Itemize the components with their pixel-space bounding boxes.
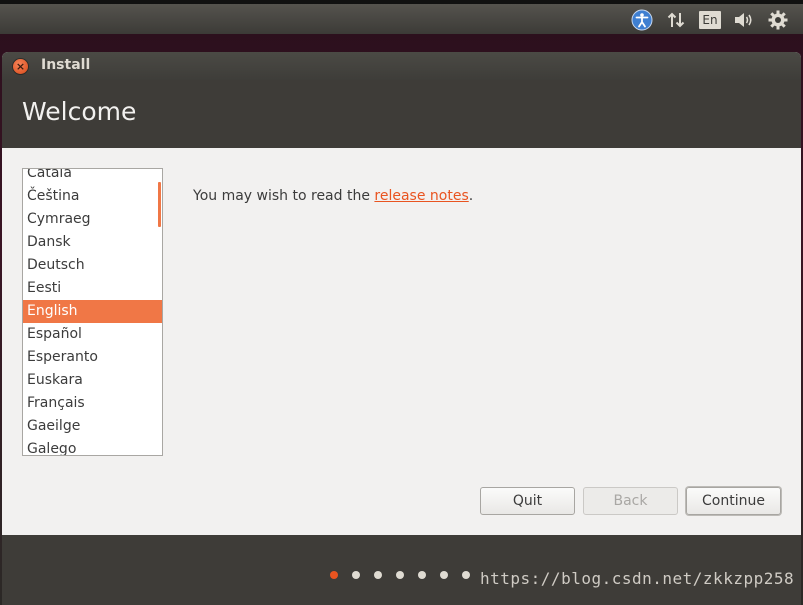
system-tray: En — [625, 6, 795, 34]
intro-prefix: You may wish to read the — [193, 188, 375, 204]
progress-dot — [374, 571, 382, 579]
progress-dot-active — [330, 571, 338, 579]
progress-dots — [330, 571, 484, 579]
progress-dot — [440, 571, 448, 579]
release-notes-text: You may wish to read the release notes. — [193, 188, 473, 204]
language-item[interactable]: Dansk — [23, 231, 162, 254]
quit-button[interactable]: Quit — [480, 487, 575, 515]
language-item[interactable]: Cymraeg — [23, 208, 162, 231]
language-item[interactable]: Galego — [23, 438, 162, 455]
intro-suffix: . — [468, 188, 474, 204]
language-list[interactable]: Català Čeština Cymraeg Dansk Deutsch Eesti Eng… — [22, 168, 163, 456]
gear-icon[interactable] — [761, 6, 795, 34]
language-list-items: Català Čeština Cymraeg Dansk Deutsch Eesti Eng… — [23, 169, 162, 455]
language-item[interactable]: Esperanto — [23, 346, 162, 369]
window-titlebar[interactable]: × Install — [2, 52, 801, 80]
language-item[interactable]: Eesti — [23, 277, 162, 300]
network-updown-icon[interactable] — [659, 6, 693, 34]
progress-footer: https://blog.csdn.net/zkkzpp258 — [2, 535, 801, 605]
page-title: Welcome — [22, 97, 137, 126]
language-item[interactable]: Català — [23, 169, 162, 185]
language-item[interactable]: Deutsch — [23, 254, 162, 277]
language-item[interactable]: Gaeilge — [23, 415, 162, 438]
list-scrollbar[interactable] — [158, 182, 161, 227]
window-title: Install — [41, 57, 91, 73]
language-item[interactable]: Euskara — [23, 369, 162, 392]
progress-dot — [396, 571, 404, 579]
continue-button[interactable]: Continue — [686, 487, 781, 515]
welcome-content: Català Čeština Cymraeg Dansk Deutsch Eesti Eng… — [2, 148, 801, 535]
volume-icon[interactable] — [727, 6, 761, 34]
accessibility-icon[interactable] — [625, 6, 659, 34]
release-notes-link[interactable]: release notes — [374, 188, 468, 204]
progress-dot — [418, 571, 426, 579]
language-item[interactable]: Español — [23, 323, 162, 346]
top-panel: En — [0, 0, 803, 34]
keyboard-layout-label: En — [699, 11, 721, 29]
language-item[interactable]: Čeština — [23, 185, 162, 208]
language-item[interactable]: Français — [23, 392, 162, 415]
watermark: https://blog.csdn.net/zkkzpp258 — [480, 569, 795, 588]
page-header: Welcome — [2, 80, 801, 148]
progress-dot — [462, 571, 470, 579]
progress-dot — [352, 571, 360, 579]
language-item[interactable]: English — [23, 300, 162, 323]
keyboard-layout-indicator[interactable]: En — [693, 6, 727, 34]
installer-window: × Install Welcome Català Čeština Cymraeg Da… — [2, 52, 801, 605]
close-icon[interactable]: × — [13, 59, 28, 74]
back-button[interactable]: Back — [583, 487, 678, 515]
